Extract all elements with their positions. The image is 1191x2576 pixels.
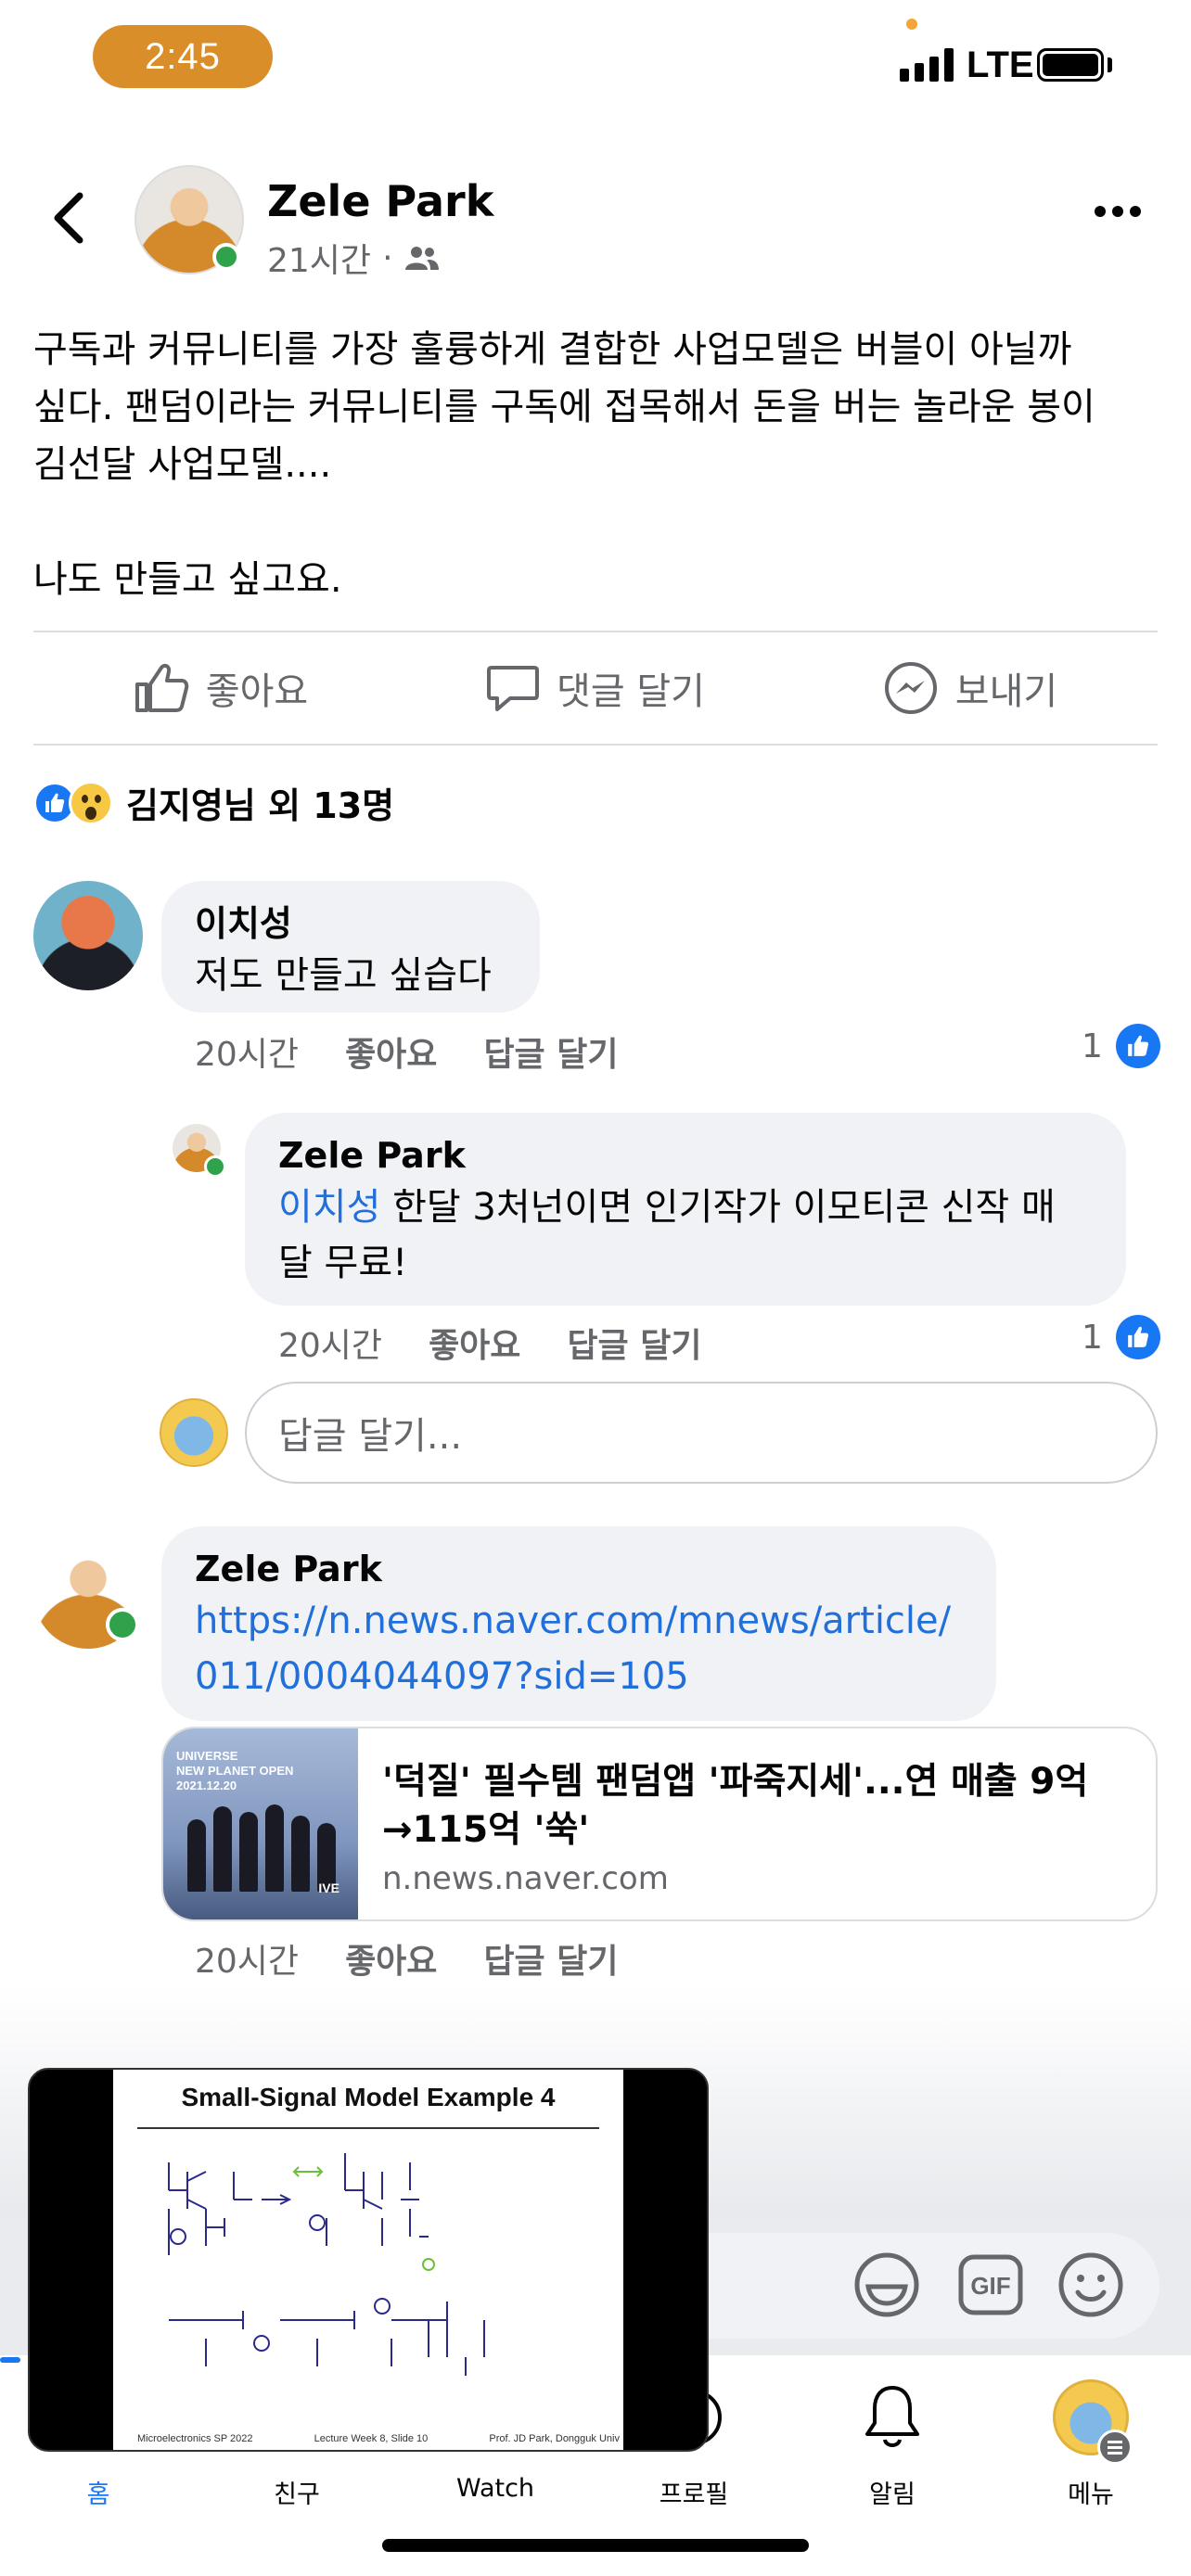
tab-label: 프로필 <box>659 2480 729 2509</box>
slide-rule <box>137 2127 599 2129</box>
lecture-slide: Small-Signal Model Example 4 Microelectr… <box>113 2070 623 2450</box>
post-actions: 좋아요 댓글 달기 보내기 <box>33 632 1158 744</box>
home-indicator[interactable] <box>382 2539 809 2552</box>
comment-time: 20시간 <box>195 1943 300 1981</box>
comment-like-button[interactable]: 좋아요 <box>345 1027 437 1076</box>
chevron-left-icon <box>54 192 83 244</box>
battery-tip <box>1108 57 1112 72</box>
bell-icon <box>860 2376 925 2459</box>
reply-time: 20시간 <box>278 1327 383 1365</box>
slide-footer-right: Prof. JD Park, Dongguk Univ <box>489 2433 620 2444</box>
comment-bubble: Zele Park https://n.news.naver.com/mnews… <box>161 1526 996 1721</box>
comment-icon <box>487 666 540 711</box>
tab-label: 친구 <box>274 2480 320 2509</box>
like-badge-icon <box>1115 1315 1160 1359</box>
link-preview-card[interactable]: UNIVERSE NEW PLANET OPEN 2021.12.20 IVE … <box>161 1727 1158 1921</box>
reply-author[interactable]: Zele Park <box>278 1131 1093 1180</box>
commenter-avatar[interactable] <box>33 881 143 990</box>
network-label: LTE <box>967 45 1034 85</box>
tab-label: Watch <box>455 2474 535 2503</box>
messenger-icon <box>884 662 937 714</box>
tab-notifications[interactable]: 알림 <box>809 2376 976 2510</box>
comment-link[interactable]: https://n.news.naver.com/mnews/article/ … <box>195 1600 951 1698</box>
tab-label: 메뉴 <box>1068 2480 1114 2509</box>
reply-bubble: Zele Park 이치성 한달 3처넌이면 인기작가 이모티콘 신작 매 달 … <box>245 1113 1126 1306</box>
comment-like-button[interactable]: 좋아요 <box>345 1934 437 1983</box>
thumbnail-badge: IVE <box>318 1881 339 1895</box>
signal-icon <box>900 46 954 82</box>
comment-like-count[interactable]: 1 <box>1082 1024 1160 1068</box>
send-label: 보내기 <box>954 670 1058 713</box>
like-count-value: 1 <box>1082 1318 1103 1357</box>
reactions-summary[interactable]: 김지영님 외 13명 <box>33 777 394 828</box>
reply-input-placeholder: 답글 달기... <box>278 1415 463 1458</box>
slide-footer-center: Lecture Week 8, Slide 10 <box>314 2433 429 2444</box>
battery-icon <box>1037 48 1104 82</box>
comment-reply-button[interactable]: 답글 달기 <box>483 1027 618 1076</box>
reactions-count: 김지영님 외 13명 <box>126 785 395 826</box>
wow-reaction-icon <box>69 780 113 825</box>
reply-reply-button[interactable]: 답글 달기 <box>567 1319 701 1367</box>
link-preview-title: '덕질' 필수템 팬덤앱 '파죽지세'...연 매출 9억 →115억 '쑥' <box>382 1761 1089 1851</box>
like-label: 좋아요 <box>205 670 309 713</box>
send-button[interactable]: 보내기 <box>783 632 1158 744</box>
comment-text: 저도 만들고 싶습다 <box>195 954 492 997</box>
reply-like-count[interactable]: 1 <box>1082 1315 1160 1359</box>
status-time: 2:45 <box>93 25 273 88</box>
tab-menu[interactable]: 메뉴 <box>1007 2376 1174 2510</box>
comment-meta: 20시간 좋아요 답글 달기 <box>195 1027 618 1076</box>
slide-footer-left: Microelectronics SP 2022 <box>137 2433 253 2444</box>
link-preview-thumbnail: UNIVERSE NEW PLANET OPEN 2021.12.20 IVE <box>163 1728 358 1919</box>
sticker-icon[interactable] <box>852 2250 922 2320</box>
reply-input[interactable]: 답글 달기... <box>245 1382 1158 1484</box>
comment-label: 댓글 달기 <box>557 670 705 713</box>
like-button[interactable]: 좋아요 <box>33 632 408 744</box>
emoji-icon[interactable] <box>1056 2250 1126 2320</box>
reply-like-button[interactable]: 좋아요 <box>429 1319 520 1367</box>
menu-avatar-icon <box>1053 2376 1133 2465</box>
back-button[interactable] <box>41 185 96 250</box>
like-badge-icon <box>1115 1024 1160 1068</box>
online-status-dot <box>106 1608 139 1641</box>
post-meta: 21시간 · <box>267 234 440 282</box>
reply-meta: 20시간 좋아요 답글 달기 <box>278 1319 701 1367</box>
link-preview-info: '덕질' 필수템 팬덤앱 '파죽지세'...연 매출 9억 →115억 '쑥' … <box>358 1728 1124 1919</box>
thumbnail-caption: UNIVERSE NEW PLANET OPEN 2021.12.20 <box>176 1749 294 1792</box>
active-tab-indicator <box>0 2357 20 2363</box>
circuit-diagram <box>168 2153 485 2376</box>
friends-icon <box>404 247 439 270</box>
comment-meta: 20시간 좋아요 답글 달기 <box>195 1934 618 1983</box>
reply-body: 한달 3처넌이면 인기작가 이모티콘 신작 매 달 무료! <box>278 1186 1056 1284</box>
comment-author[interactable]: Zele Park <box>195 1545 963 1593</box>
more-options-button[interactable] <box>1095 206 1141 217</box>
menu-hamburger-icon <box>1097 2429 1133 2465</box>
comment-button[interactable]: 댓글 달기 <box>408 632 783 744</box>
slide-title: Small-Signal Model Example 4 <box>181 2083 556 2111</box>
comment-author[interactable]: 이치성 <box>195 899 506 948</box>
gif-icon[interactable]: GIF <box>955 2250 1026 2320</box>
post-body: 구독과 커뮤니티를 가장 훌륭하게 결합한 사업모델은 버블이 아닐까 싶다. … <box>33 328 1095 601</box>
slide-footer: Microelectronics SP 2022 Lecture Week 8,… <box>137 2433 620 2444</box>
privacy-indicator-dot <box>906 19 917 30</box>
divider <box>33 744 1158 746</box>
meta-separator: · <box>382 238 393 277</box>
picture-in-picture-video[interactable]: Small-Signal Model Example 4 Microelectr… <box>28 2068 709 2452</box>
svg-text:GIF: GIF <box>970 2272 1010 2300</box>
like-count-value: 1 <box>1082 1027 1103 1065</box>
current-user-avatar <box>160 1398 228 1467</box>
reply-text: 이치성 한달 3처넌이면 인기작가 이모티콘 신작 매 달 무료! <box>278 1186 1056 1284</box>
thumbs-up-icon <box>134 663 189 712</box>
comment-time: 20시간 <box>195 1036 300 1074</box>
online-status-dot <box>212 243 240 271</box>
tab-label: 알림 <box>869 2480 916 2509</box>
mention-link[interactable]: 이치성 <box>278 1186 380 1229</box>
tab-label: 홈 <box>86 2480 110 2509</box>
comment-bubble: 이치성 저도 만들고 싶습다 <box>161 881 540 1013</box>
author-name[interactable]: Zele Park <box>267 176 493 226</box>
online-status-dot <box>204 1155 226 1178</box>
comment-reply-button[interactable]: 답글 달기 <box>483 1934 618 1983</box>
post-time: 21시간 <box>267 242 372 280</box>
link-preview-domain: n.news.naver.com <box>382 1860 669 1897</box>
